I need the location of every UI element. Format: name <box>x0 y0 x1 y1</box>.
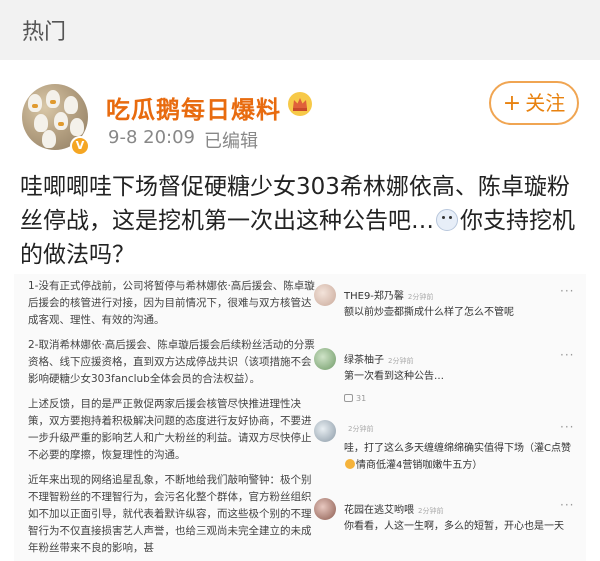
commenter-name-text: 花园在逃艾哟喂 <box>344 505 414 516</box>
comment-list: THE9-郑乃馨 2分钟前 ··· 额以前炒壶都撕成什么样了怎么不管呢 绿茶柚子 2… <box>312 274 584 561</box>
commenter-name[interactable]: 花园在逃艾哟喂 2分钟前 <box>344 501 443 516</box>
comment-text: 第一次看到这种公告… <box>344 371 444 382</box>
notice-text: 1-没有正式停战前，公司将暂停与希林娜依·高后援会、陈卓璇后援会的核管进行对接，… <box>28 278 318 561</box>
more-icon[interactable]: ··· <box>560 284 574 298</box>
comment-text: 哇，打了这么多天缠缠绵绵确实值得下场（灌C点赞情商低灌4营销咖嫩牛五方） <box>344 440 576 474</box>
commenter-name-text: THE9-郑乃馨 <box>344 291 404 302</box>
commenter-name-text: 绿茶柚子 <box>344 355 384 366</box>
comment-text-part2: 情商低灌4营销咖嫩牛五方） <box>356 460 483 471</box>
confused-emoji-icon <box>436 209 458 231</box>
notice-paragraph: 2-取消希林娜依·高后援会、陈卓璇后援会后续粉丝活动的分票资格、线下应援资格，直… <box>28 339 315 385</box>
comment-text-part1: 哇，打了这么多天缠缠绵绵确实值得下场（灌C点赞 <box>344 443 571 454</box>
follow-label: 关注 <box>525 91 566 115</box>
comment-time: 2分钟前 <box>407 293 434 301</box>
commenter-name[interactable]: 2分钟前 <box>344 423 373 434</box>
orange-emoji-icon <box>345 459 355 469</box>
notice-paragraph: 上述反馈，目的是严正敦促两家后援会核管尽快推进理性决策，双方要抱持着积极解决问题… <box>28 398 312 461</box>
crown-icon <box>288 92 312 116</box>
top-bar: 热门 <box>0 0 600 60</box>
post-card: V 吃瓜鹅每日爆料 9-8 20:09 已编辑 + 关注 哇唧唧哇下场督促硬糖少女… <box>0 60 600 561</box>
follow-button[interactable]: + 关注 <box>489 81 579 125</box>
more-icon[interactable]: ··· <box>560 348 574 362</box>
like-icon <box>344 394 353 402</box>
verified-badge-icon: V <box>70 136 90 156</box>
commenter-name[interactable]: THE9-郑乃馨 2分钟前 <box>344 287 433 302</box>
comment-text: 你看看，人这一生啊，多么的短暂，开心也是一天 <box>344 521 564 532</box>
post-image[interactable]: 1-没有正式停战前，公司将暂停与希林娜依·高后援会、陈卓璇后援会的核管进行对接，… <box>14 274 586 561</box>
notice-paragraph: 近年来出现的网络追星乱象，不断地给我们敲响警钟：极个别不理智粉丝的不理智行为，会… <box>28 474 312 554</box>
more-icon[interactable]: ··· <box>560 498 574 512</box>
commenter-avatar[interactable] <box>314 420 336 442</box>
post-text: 哇唧唧哇下场督促硬糖少女303希林娜依高、陈卓璇粉丝停战，这是挖机第一次出这种公… <box>20 170 580 272</box>
edited-label[interactable]: 已编辑 <box>204 127 258 153</box>
more-icon[interactable]: ··· <box>560 420 574 434</box>
author-name[interactable]: 吃瓜鹅每日爆料 <box>106 90 281 125</box>
page-title: 热门 <box>22 20 67 45</box>
like-count[interactable]: 31 <box>344 394 366 403</box>
plus-icon: + <box>502 91 522 116</box>
comment-text: 额以前炒壶都撕成什么样了怎么不管呢 <box>344 307 514 318</box>
comment-time: 2分钟前 <box>348 425 374 433</box>
commenter-avatar[interactable] <box>314 498 336 520</box>
comment-time: 2分钟前 <box>418 507 444 515</box>
like-count-value: 31 <box>356 394 367 403</box>
notice-paragraph: 1-没有正式停战前，公司将暂停与希林娜依·高后援会、陈卓璇后援会的核管进行对接，… <box>28 280 315 326</box>
commenter-avatar[interactable] <box>314 284 336 306</box>
commenter-avatar[interactable] <box>314 348 336 370</box>
commenter-name[interactable]: 绿茶柚子 2分钟前 <box>344 351 413 366</box>
comment-time: 2分钟前 <box>388 357 414 365</box>
post-time: 9-8 20:09 <box>108 127 195 148</box>
